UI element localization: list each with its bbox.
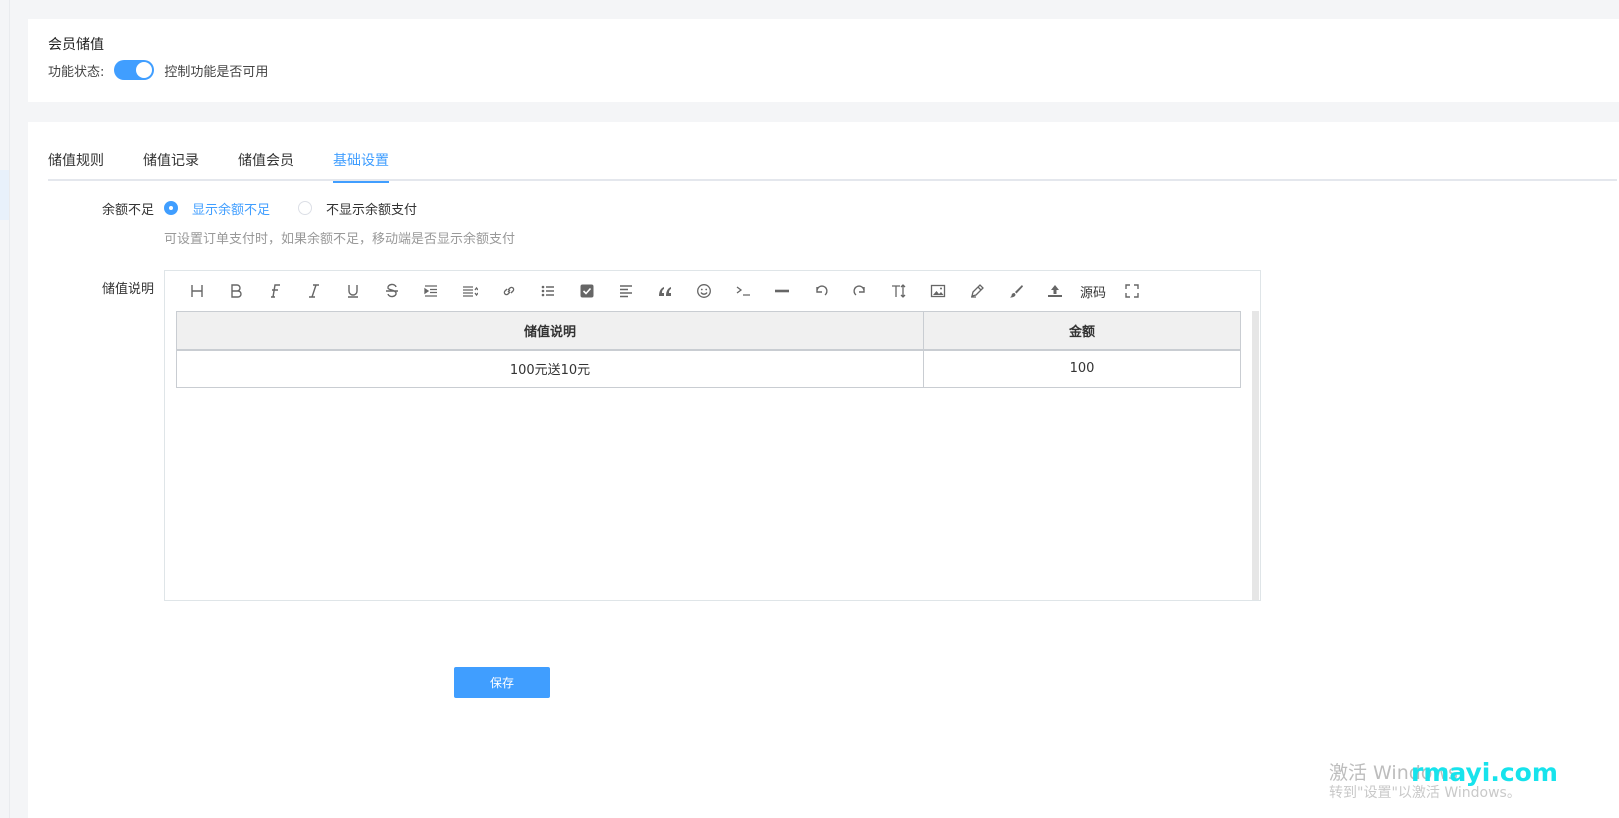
status-row: 功能状态: 控制功能是否可用	[48, 59, 268, 81]
balance-label: 余额不足	[101, 203, 154, 218]
link-icon[interactable]	[489, 277, 528, 305]
table-header-description: 储值说明	[176, 311, 924, 351]
radio-dot	[298, 201, 313, 215]
table-cell-description: 100元送10元	[176, 349, 924, 388]
quote-icon[interactable]	[645, 277, 684, 305]
status-hint: 控制功能是否可用	[164, 64, 269, 80]
pen-icon[interactable]	[957, 277, 996, 305]
settings-card: 储值规则 储值记录 储值会员 基础设置 余额不足 显示余额不足 不显示余额支付 …	[28, 122, 1619, 818]
table-cell-amount: 100	[923, 349, 1241, 388]
editor-content[interactable]: 储值说明 金额 100元送10元 100	[165, 311, 1260, 600]
underline-icon[interactable]	[333, 277, 372, 305]
source-code-button[interactable]: 源码	[1074, 277, 1112, 305]
radio-show-insufficient[interactable]: 显示余额不足	[164, 199, 270, 218]
strikethrough-icon[interactable]	[372, 277, 411, 305]
description-label: 储值说明	[101, 282, 154, 297]
undo-icon[interactable]	[801, 277, 840, 305]
editor-toolbar: 源码	[165, 271, 1260, 311]
checkbox-icon[interactable]	[567, 277, 606, 305]
redo-icon[interactable]	[840, 277, 879, 305]
content-table: 储值说明 金额 100元送10元 100	[176, 311, 1241, 388]
hr-icon[interactable]	[762, 277, 801, 305]
align-left-icon[interactable]	[606, 277, 645, 305]
indent-icon[interactable]	[411, 277, 450, 305]
table-header-row: 储值说明 金额	[176, 311, 1241, 351]
page-title: 会员储值	[48, 37, 104, 53]
status-label: 功能状态:	[48, 64, 105, 80]
save-button[interactable]: 保存	[454, 667, 550, 698]
italic-icon[interactable]	[294, 277, 333, 305]
feature-header-card: 会员储值 功能状态: 控制功能是否可用	[28, 19, 1619, 102]
code-icon[interactable]	[723, 277, 762, 305]
heading-icon[interactable]	[177, 277, 216, 305]
feature-toggle[interactable]	[114, 60, 155, 80]
fullscreen-icon[interactable]	[1112, 277, 1151, 305]
emoji-icon[interactable]	[684, 277, 723, 305]
left-sidebar-strip	[0, 0, 10, 818]
radio-hide-balance-pay[interactable]: 不显示余额支付	[298, 199, 417, 218]
tab-records[interactable]: 储值记录	[143, 150, 199, 181]
balance-radio-group: 显示余额不足 不显示余额支付	[164, 199, 445, 218]
font-size-icon[interactable]	[879, 277, 918, 305]
tab-basic-settings[interactable]: 基础设置	[333, 150, 389, 183]
sidebar-active-marker	[0, 170, 9, 220]
rich-text-editor[interactable]: 源码 储值说明 金额 100元送10元 100	[164, 270, 1261, 601]
font-icon[interactable]	[255, 277, 294, 305]
upload-icon[interactable]	[1035, 277, 1074, 305]
radio-label: 显示余额不足	[192, 202, 271, 218]
bold-icon[interactable]	[216, 277, 255, 305]
editor-scrollbar[interactable]	[1252, 311, 1259, 600]
brush-icon[interactable]	[996, 277, 1035, 305]
tab-bar: 储值规则 储值记录 储值会员 基础设置	[48, 150, 1617, 183]
balance-hint: 可设置订单支付时，如果余额不足，移动端是否显示余额支付	[164, 232, 516, 247]
tab-rules[interactable]: 储值规则	[48, 150, 104, 181]
tab-members[interactable]: 储值会员	[238, 150, 294, 181]
list-icon[interactable]	[528, 277, 567, 305]
site-watermark: rmayi.com	[1411, 758, 1558, 787]
image-icon[interactable]	[918, 277, 957, 305]
table-row: 100元送10元 100	[176, 349, 1241, 388]
radio-label: 不显示余额支付	[326, 202, 418, 218]
radio-dot	[164, 201, 178, 215]
table-header-amount: 金额	[923, 311, 1241, 351]
toggle-knob	[136, 62, 153, 78]
line-height-icon[interactable]	[450, 277, 489, 305]
